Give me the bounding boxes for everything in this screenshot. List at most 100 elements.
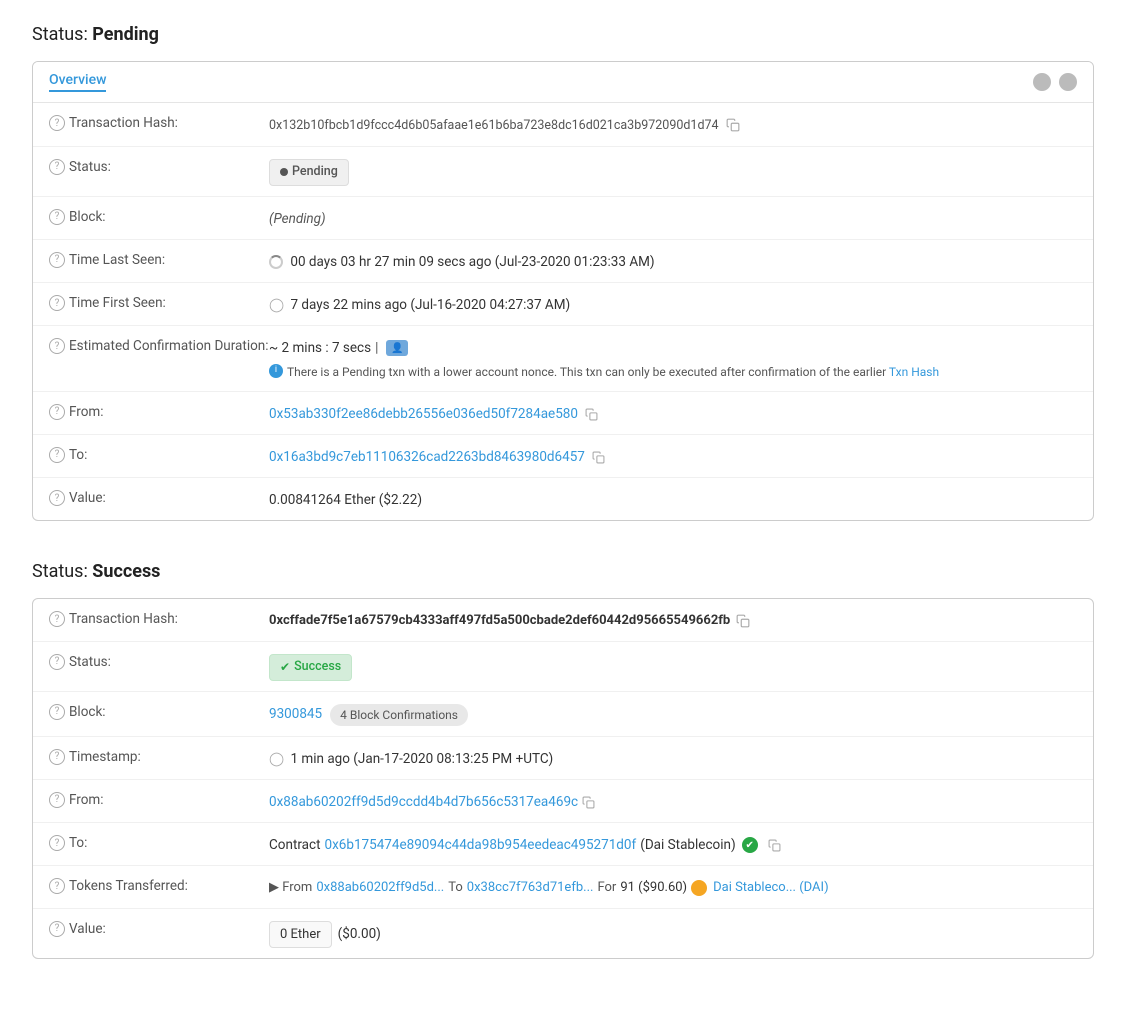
pending-badge: Pending — [269, 159, 349, 186]
tab-icon-1 — [1033, 73, 1051, 91]
pending-est-conf-value: ~ 2 mins : 7 secs | 👤 i There is a Pendi… — [269, 336, 1077, 380]
success-section-title: Status: Success — [32, 561, 1094, 582]
success-block-row: ? Block: 9300845 4 Block Confirmations — [33, 692, 1093, 737]
confirmation-count-btn: 👤 — [386, 340, 408, 356]
token-transfer-detail: ▶ From 0x88ab60202ff9d5d... To 0x38cc7f7… — [269, 878, 1077, 898]
tab-icon-2 — [1059, 73, 1077, 91]
help-icon[interactable]: ? — [49, 835, 65, 851]
success-to-label: ? To: — [49, 833, 269, 851]
help-icon[interactable]: ? — [49, 878, 65, 894]
pending-tx-hash-value: 0x132b10fbcb1d9fccc4d6b05afaae1e61b6ba72… — [269, 113, 1077, 136]
pending-time-last-seen-row: ? Time Last Seen: 00 days 03 hr 27 min 0… — [33, 240, 1093, 283]
pending-tx-hash-label: ? Transaction Hash: — [49, 113, 269, 131]
block-number-link[interactable]: 9300845 — [269, 704, 322, 724]
pending-value-value: 0.00841264 Ether ($2.22) — [269, 488, 1077, 510]
tokens-transferred-value: ▶ From 0x88ab60202ff9d5d... To 0x38cc7f7… — [269, 876, 1077, 898]
success-value-label: ? Value: — [49, 919, 269, 937]
pending-est-conf-row: ? Estimated Confirmation Duration: ~ 2 m… — [33, 326, 1093, 391]
dai-token-link[interactable]: Dai Stableco... (DAI) — [713, 878, 829, 898]
success-badge: ✔ Success — [269, 654, 352, 681]
success-from-value: 0x88ab60202ff9d5d9ccdd4b4d7b656c5317ea46… — [269, 790, 1077, 812]
pending-tab-bar: Overview — [33, 62, 1093, 103]
token-from-link[interactable]: 0x88ab60202ff9d5d... — [316, 878, 444, 898]
success-tx-hash-row: ? Transaction Hash: 0xcffade7f5e1a67579c… — [33, 599, 1093, 642]
success-timestamp-row: ? Timestamp: ◯ 1 min ago (Jan-17-2020 08… — [33, 737, 1093, 780]
success-timestamp-label: ? Timestamp: — [49, 747, 269, 765]
success-from-label: ? From: — [49, 790, 269, 808]
help-icon[interactable]: ? — [49, 115, 65, 131]
help-icon[interactable]: ? — [49, 704, 65, 720]
success-status-value: ✔ Success — [269, 652, 1077, 681]
help-icon[interactable]: ? — [49, 252, 65, 268]
copy-from-icon[interactable] — [582, 795, 596, 809]
tab-icon-group — [1033, 73, 1077, 91]
help-icon[interactable]: ? — [49, 447, 65, 463]
pending-tx-hash-row: ? Transaction Hash: 0x132b10fbcb1d9fccc4… — [33, 103, 1093, 147]
overview-tab[interactable]: Overview — [49, 72, 106, 92]
dai-icon — [691, 880, 707, 896]
success-status-row: ? Status: ✔ Success — [33, 642, 1093, 692]
contract-address-link[interactable]: 0x6b175474e89094c44da98b954eedeac495271d… — [325, 835, 637, 855]
pending-value-label: ? Value: — [49, 488, 269, 506]
success-tx-hash-label: ? Transaction Hash: — [49, 609, 269, 627]
help-icon[interactable]: ? — [49, 295, 65, 311]
success-value-row: ? Value: 0 Ether ($0.00) — [33, 909, 1093, 959]
tokens-transferred-row: ? Tokens Transferred: ▶ From 0x88ab60202… — [33, 866, 1093, 909]
block-confirmations: 4 Block Confirmations — [330, 704, 468, 726]
badge-dot — [280, 168, 288, 176]
pending-value-row: ? Value: 0.00841264 Ether ($2.22) — [33, 478, 1093, 520]
success-block-label: ? Block: — [49, 702, 269, 720]
success-value-value: 0 Ether ($0.00) — [269, 919, 1077, 949]
copy-icon[interactable] — [726, 118, 740, 132]
token-to-link[interactable]: 0x38cc7f763d71efb... — [467, 878, 594, 898]
copy-tx-icon[interactable] — [736, 614, 750, 628]
pending-to-row: ? To: 0x16a3bd9c7eb11106326cad2263bd8463… — [33, 435, 1093, 478]
help-icon[interactable]: ? — [49, 159, 65, 175]
pending-from-row: ? From: 0x53ab330f2ee86debb26556e036ed50… — [33, 392, 1093, 435]
pending-block-label: ? Block: — [49, 207, 269, 225]
pending-time-first-value: ◯ 7 days 22 mins ago (Jul-16-2020 04:27:… — [269, 293, 1077, 315]
pending-time-first-label: ? Time First Seen: — [49, 293, 269, 311]
success-status-label: ? Status: — [49, 652, 269, 670]
pending-time-last-label: ? Time Last Seen: — [49, 250, 269, 268]
pending-from-label: ? From: — [49, 402, 269, 420]
contract-verified-icon: ✔ — [742, 837, 758, 853]
pending-status-row: ? Status: Pending — [33, 147, 1093, 197]
confirmation-note: i There is a Pending txn with a lower ac… — [269, 363, 1077, 381]
pending-block-value: (Pending) — [269, 207, 1077, 229]
success-from-link[interactable]: 0x88ab60202ff9d5d9ccdd4b4d7b656c5317ea46… — [269, 792, 578, 812]
success-card: ? Transaction Hash: 0xcffade7f5e1a67579c… — [32, 598, 1094, 959]
pending-card: Overview ? Transaction Hash: 0x132b10fbc… — [32, 61, 1094, 521]
success-to-row: ? To: Contract 0x6b175474e89094c44da98b9… — [33, 823, 1093, 866]
pending-time-last-value: 00 days 03 hr 27 min 09 secs ago (Jul-23… — [269, 250, 1077, 272]
copy-contract-icon[interactable] — [768, 838, 782, 852]
help-icon[interactable]: ? — [49, 749, 65, 765]
pending-block-row: ? Block: (Pending) — [33, 197, 1093, 240]
pending-status-label: ? Status: — [49, 157, 269, 175]
txn-hash-link[interactable]: Txn Hash — [889, 365, 939, 379]
copy-to-icon[interactable] — [592, 450, 606, 464]
copy-from-icon[interactable] — [585, 407, 599, 421]
pending-from-link[interactable]: 0x53ab330f2ee86debb26556e036ed50f7284ae5… — [269, 406, 578, 422]
help-icon[interactable]: ? — [49, 654, 65, 670]
success-to-value: Contract 0x6b175474e89094c44da98b954eede… — [269, 833, 1077, 855]
pending-to-link[interactable]: 0x16a3bd9c7eb11106326cad2263bd8463980d64… — [269, 449, 585, 465]
success-timestamp-value: ◯ 1 min ago (Jan-17-2020 08:13:25 PM +UT… — [269, 747, 1077, 769]
help-icon[interactable]: ? — [49, 792, 65, 808]
pending-status-value: Pending — [269, 157, 1077, 186]
success-block-value: 9300845 4 Block Confirmations — [269, 702, 1077, 726]
pending-to-value: 0x16a3bd9c7eb11106326cad2263bd8463980d64… — [269, 445, 1077, 467]
help-icon[interactable]: ? — [49, 490, 65, 506]
ether-value-box: 0 Ether — [269, 921, 332, 949]
success-tx-hash-value: 0xcffade7f5e1a67579cb4333aff497fd5a500cb… — [269, 609, 1077, 631]
pending-est-conf-label: ? Estimated Confirmation Duration: — [49, 336, 269, 354]
help-icon[interactable]: ? — [49, 611, 65, 627]
help-icon[interactable]: ? — [49, 209, 65, 225]
help-icon[interactable]: ? — [49, 404, 65, 420]
info-icon: i — [269, 364, 283, 378]
help-icon[interactable]: ? — [49, 921, 65, 937]
tokens-transferred-label: ? Tokens Transferred: — [49, 876, 269, 894]
pending-section-title: Status: Pending — [32, 24, 1094, 45]
help-icon[interactable]: ? — [49, 338, 65, 354]
pending-to-label: ? To: — [49, 445, 269, 463]
